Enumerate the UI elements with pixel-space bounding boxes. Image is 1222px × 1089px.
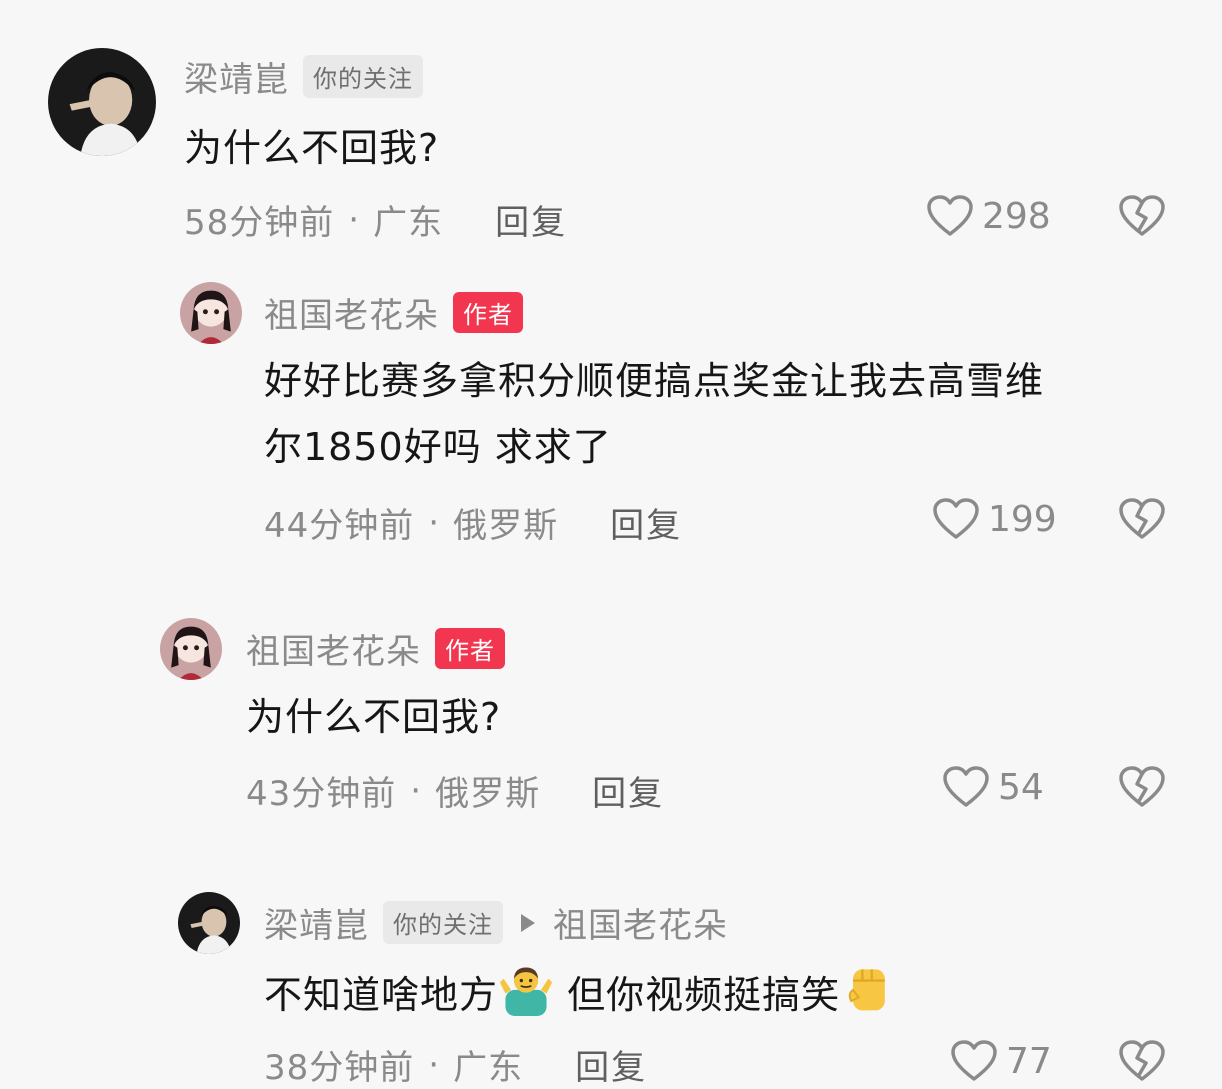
reply-button[interactable]: 回复 bbox=[610, 498, 682, 547]
comment-text-line2: 尔1850好吗 求求了 bbox=[264, 425, 612, 469]
comment-text-line1: 好好比赛多拿积分顺便搞点奖金让我去高雪维 bbox=[264, 359, 1045, 403]
comment-meta: 43分钟前 · 俄罗斯 回复 bbox=[246, 766, 664, 815]
like-count: 298 bbox=[982, 195, 1051, 237]
author-badge: 作者 bbox=[435, 628, 505, 669]
username[interactable]: 梁靖崑 bbox=[184, 52, 289, 101]
dislike-button[interactable] bbox=[1118, 194, 1166, 238]
comment-location: 俄罗斯 bbox=[435, 774, 541, 814]
avatar[interactable] bbox=[48, 48, 156, 156]
following-badge: 你的关注 bbox=[303, 55, 423, 98]
comment-meta: 44分钟前 · 俄罗斯 回复 bbox=[264, 498, 682, 547]
comment-header: 祖国老花朵 作者 bbox=[246, 624, 505, 673]
dislike-button[interactable] bbox=[1118, 497, 1166, 541]
comment-header: 梁靖崑 你的关注 bbox=[184, 52, 423, 101]
comment-text-part1: 不知道啥地方 bbox=[264, 973, 499, 1017]
raised-fist-emoji-icon bbox=[840, 960, 896, 1016]
comment-time: 44分钟前 bbox=[264, 506, 415, 546]
reply-target-username[interactable]: 祖国老花朵 bbox=[553, 898, 728, 947]
meta-separator: · bbox=[410, 770, 422, 811]
reply-button[interactable]: 回复 bbox=[575, 1040, 647, 1089]
comment-time: 43分钟前 bbox=[246, 774, 397, 814]
avatar[interactable] bbox=[160, 618, 222, 680]
comment-text: 不知道啥地方 但你视频挺搞笑 bbox=[264, 960, 896, 1028]
heart-outline-icon bbox=[933, 498, 979, 539]
like-count: 199 bbox=[988, 498, 1057, 540]
heart-outline-icon bbox=[927, 195, 973, 236]
reply-button[interactable]: 回复 bbox=[495, 195, 567, 244]
like-count: 77 bbox=[1006, 1040, 1052, 1082]
meta-separator: · bbox=[348, 199, 360, 240]
broken-heart-icon bbox=[1119, 766, 1165, 807]
like-button[interactable]: 298 bbox=[926, 194, 1051, 238]
broken-heart-icon bbox=[1119, 1040, 1165, 1081]
meta-separator: · bbox=[428, 502, 440, 543]
avatar[interactable] bbox=[178, 892, 240, 954]
following-badge: 你的关注 bbox=[383, 901, 503, 944]
comment-header: 梁靖崑 你的关注 祖国老花朵 bbox=[264, 898, 728, 947]
username[interactable]: 梁靖崑 bbox=[264, 898, 369, 947]
comment-time: 38分钟前 bbox=[264, 1048, 415, 1088]
username[interactable]: 祖国老花朵 bbox=[246, 624, 421, 673]
like-button[interactable]: 199 bbox=[932, 497, 1057, 541]
comment-text: 为什么不回我? bbox=[184, 126, 440, 170]
comment-time: 58分钟前 bbox=[184, 203, 335, 243]
broken-heart-icon bbox=[1119, 195, 1165, 236]
comment-header: 祖国老花朵 作者 bbox=[264, 288, 523, 337]
comment-location: 广东 bbox=[373, 203, 444, 243]
like-button[interactable]: 77 bbox=[950, 1039, 1052, 1083]
heart-outline-icon bbox=[943, 766, 989, 807]
comment-location: 俄罗斯 bbox=[453, 506, 559, 546]
heart-outline-icon bbox=[951, 1040, 997, 1081]
reply-arrow-icon bbox=[521, 913, 535, 932]
avatar[interactable] bbox=[180, 282, 242, 344]
username[interactable]: 祖国老花朵 bbox=[264, 288, 439, 337]
author-badge: 作者 bbox=[453, 292, 523, 333]
like-button[interactable]: 54 bbox=[942, 765, 1044, 809]
meta-separator: · bbox=[428, 1044, 440, 1085]
shrug-emoji-icon bbox=[498, 960, 554, 1016]
dislike-button[interactable] bbox=[1118, 1039, 1166, 1083]
reply-button[interactable]: 回复 bbox=[592, 766, 664, 815]
comment-text-part2: 但你视频挺搞笑 bbox=[554, 973, 841, 1017]
comment-location: 广东 bbox=[453, 1048, 524, 1088]
comment-text: 为什么不回我? bbox=[246, 695, 502, 739]
comment-meta: 38分钟前 · 广东 回复 bbox=[264, 1040, 647, 1089]
comment-meta: 58分钟前 · 广东 回复 bbox=[184, 195, 567, 244]
dislike-button[interactable] bbox=[1118, 765, 1166, 809]
like-count: 54 bbox=[998, 766, 1044, 808]
broken-heart-icon bbox=[1119, 498, 1165, 539]
